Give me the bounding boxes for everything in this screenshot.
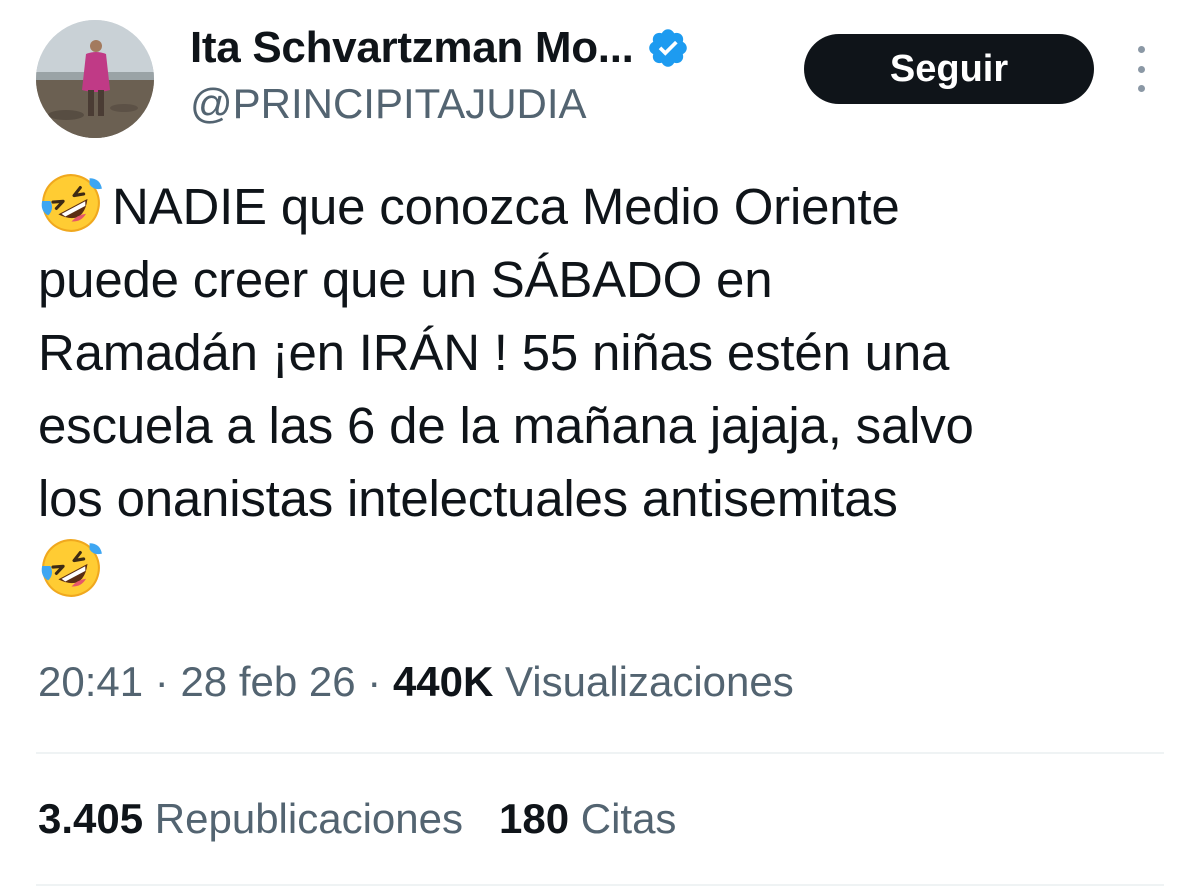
rofl-emoji-icon (38, 170, 104, 236)
tweet-line: los onanistas intelectuales antisemitas (38, 470, 898, 527)
tweet-line (38, 535, 1178, 608)
verified-badge-icon (646, 26, 690, 70)
tweet-line: escuela a las 6 de la mañana jajaja, sal… (38, 397, 974, 454)
divider (36, 884, 1164, 886)
rofl-emoji-icon (38, 535, 104, 601)
tweet-card: Ita Schvartzman Mo... @PRINCIPITAJUDIA S… (0, 0, 1200, 892)
quotes-stat-link[interactable]: 180 Citas (499, 795, 676, 842)
more-dot (1137, 85, 1145, 92)
tweet-text: NADIE que conozca Medio Oriente puede cr… (38, 170, 1178, 608)
more-options-icon[interactable] (1124, 46, 1158, 92)
views-count: 440K (392, 658, 494, 705)
tweet-line-text: NADIE que conozca Medio Oriente (112, 178, 900, 235)
tweet-time[interactable]: 20:41 (38, 658, 143, 705)
quotes-label: Citas (580, 795, 677, 842)
follow-button[interactable]: Seguir (804, 34, 1094, 104)
avatar[interactable] (36, 20, 154, 138)
author-display-name[interactable]: Ita Schvartzman Mo... (190, 23, 634, 73)
more-dot (1137, 46, 1145, 53)
reposts-stat-link[interactable]: 3.405 Republicaciones (38, 795, 463, 842)
more-dot (1137, 65, 1145, 73)
meta-separator: · (154, 658, 181, 705)
quotes-count: 180 (498, 795, 570, 842)
tweet-line: NADIE que conozca Medio Oriente (38, 170, 1178, 243)
reposts-count: 3.405 (38, 795, 144, 842)
tweet-stats: 3.405 Republicaciones 180 Citas (38, 795, 676, 843)
reposts-label: Republicaciones (154, 795, 463, 842)
avatar-photo (36, 20, 154, 138)
divider (36, 752, 1164, 754)
tweet-meta: 20:41 · 28 feb 26 · 440K Visualizaciones (38, 658, 794, 706)
views-label: Visualizaciones (505, 658, 794, 705)
author-handle[interactable]: @PRINCIPITAJUDIA (190, 80, 587, 128)
tweet-line: Ramadán ¡en IRÁN ! 55 niñas estén una (38, 324, 950, 381)
meta-separator: · (367, 658, 393, 705)
author-name-row: Ita Schvartzman Mo... (190, 22, 690, 74)
tweet-date[interactable]: 28 feb 26 (180, 658, 355, 705)
tweet-line: puede creer que un SÁBADO en (38, 251, 773, 308)
